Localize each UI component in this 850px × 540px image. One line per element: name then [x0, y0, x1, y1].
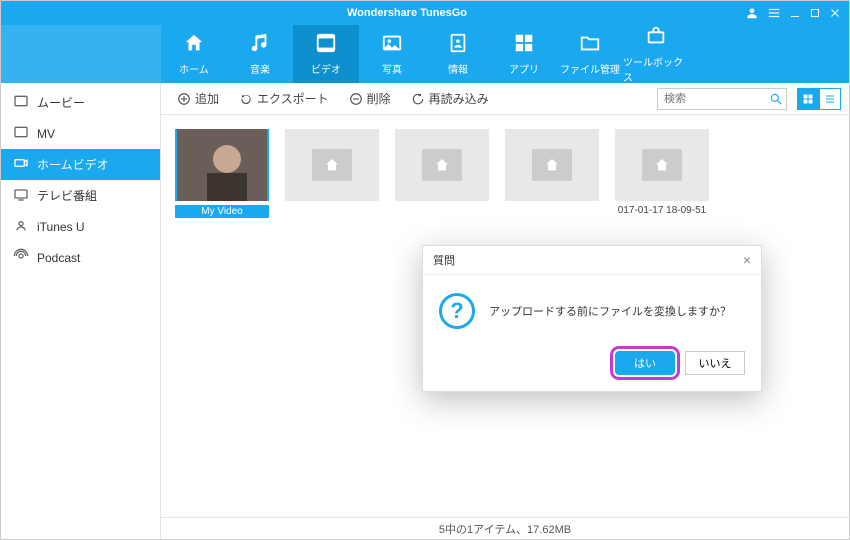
main-panel: 追加 エクスポート 削除 再読み込み — [161, 83, 849, 539]
menu-icon[interactable] — [767, 6, 781, 20]
dialog-title: 質問 — [433, 252, 455, 268]
nav-music[interactable]: 音楽 — [227, 25, 293, 83]
grid-view-button[interactable] — [797, 88, 819, 110]
mv-icon — [13, 124, 29, 143]
video-placeholder-icon — [532, 149, 572, 181]
export-button[interactable]: エクスポート — [231, 87, 337, 110]
dialog-close-icon[interactable]: × — [743, 252, 751, 268]
user-icon[interactable] — [745, 6, 759, 20]
contacts-icon — [447, 32, 469, 57]
thumb-frame — [395, 129, 489, 201]
sidebar-item-label: Podcast — [37, 251, 80, 265]
maximize-button[interactable] — [809, 7, 821, 19]
sidebar-item-label: MV — [37, 127, 55, 141]
photo-icon — [381, 32, 403, 57]
nav-apps[interactable]: アプリ — [491, 25, 557, 83]
nav-video[interactable]: ビデオ — [293, 25, 359, 83]
nav-label: ホーム — [179, 61, 209, 76]
nav-contacts[interactable]: 情報 — [425, 25, 491, 83]
toolbox-icon — [645, 25, 667, 50]
navbar: ホーム 音楽 ビデオ 写真 情報 アプリ ファイル管理ツールボックス — [1, 25, 849, 83]
nav-label: ツールボックス — [623, 54, 689, 84]
titlebar: Wondershare TunesGo — [1, 1, 849, 25]
movie-icon — [13, 93, 29, 112]
reload-label: 再読み込み — [429, 90, 489, 107]
sidebar-item-mv[interactable]: MV — [1, 118, 160, 149]
sidebar-item-itunesu[interactable]: iTunes U — [1, 211, 160, 242]
music-icon — [249, 32, 271, 57]
video-placeholder-icon — [312, 149, 352, 181]
sidebar-item-movie[interactable]: ムービー — [1, 87, 160, 118]
thumb-frame — [505, 129, 599, 201]
nav-label: ファイル管理 — [560, 61, 620, 76]
tv-icon — [13, 186, 29, 205]
search-input[interactable] — [657, 88, 787, 110]
toolbar: 追加 エクスポート 削除 再読み込み — [161, 83, 849, 115]
video-icon — [315, 32, 337, 57]
minimize-button[interactable] — [789, 7, 801, 19]
video-placeholder-icon — [642, 149, 682, 181]
export-label: エクスポート — [257, 90, 329, 107]
itunesu-icon — [13, 217, 29, 236]
sidebar-item-label: テレビ番組 — [37, 187, 97, 204]
nav-toolbox[interactable]: ツールボックス — [623, 25, 689, 83]
video-thumb[interactable] — [505, 129, 599, 205]
status-bar: 5中の1アイテム、17.62MB — [161, 517, 849, 539]
brand-area — [1, 25, 161, 83]
nav-folder[interactable]: ファイル管理 — [557, 25, 623, 83]
question-icon: ? — [439, 293, 475, 329]
homevideo-icon — [13, 155, 29, 174]
list-view-button[interactable] — [819, 88, 841, 110]
video-placeholder-icon — [422, 149, 462, 181]
sidebar-item-label: ムービー — [37, 94, 85, 111]
add-button[interactable]: 追加 — [169, 87, 227, 110]
thumb-caption: 017-01-17 18-09-51 — [615, 205, 709, 216]
nav-label: 音楽 — [250, 61, 270, 76]
dialog-message: アップロードする前にファイルを変換しますか？ — [489, 303, 731, 319]
content-grid: My Video 017-01-17 18-09-51 質問 × ? アップロード… — [161, 115, 849, 517]
delete-label: 削除 — [367, 90, 391, 107]
thumb-frame — [285, 129, 379, 201]
search-icon[interactable] — [769, 92, 783, 106]
add-label: 追加 — [195, 90, 219, 107]
folder-icon — [579, 32, 601, 57]
video-thumb[interactable] — [395, 129, 489, 205]
status-text: 5中の1アイテム、17.62MB — [439, 521, 571, 537]
sidebar-item-label: iTunes U — [37, 220, 85, 234]
thumb-frame — [615, 129, 709, 201]
sidebar: ムービー MV ホームビデオテレビ番組 iTunes U Podcast — [1, 83, 161, 539]
window-title: Wondershare TunesGo — [69, 7, 745, 19]
app-window: Wondershare TunesGo ホーム 音楽 ビデオ 写真 情報 アプリ ファイル管… — [0, 0, 850, 540]
nav-label: 情報 — [448, 61, 468, 76]
nav-label: 写真 — [382, 61, 402, 76]
nav-home[interactable]: ホーム — [161, 25, 227, 83]
video-thumb[interactable] — [285, 129, 379, 205]
delete-button[interactable]: 削除 — [341, 87, 399, 110]
sidebar-item-tv[interactable]: テレビ番組 — [1, 180, 160, 211]
confirm-dialog: 質問 × ? アップロードする前にファイルを変換しますか？ はい いいえ — [422, 245, 762, 392]
thumb-caption: My Video — [175, 205, 269, 218]
sidebar-item-label: ホームビデオ — [37, 156, 109, 173]
thumb-frame — [175, 129, 269, 201]
home-icon — [183, 32, 205, 57]
apps-icon — [513, 32, 535, 57]
close-button[interactable] — [829, 7, 841, 19]
video-thumb[interactable]: My Video — [175, 129, 269, 218]
nav-label: アプリ — [509, 61, 539, 76]
sidebar-item-podcast[interactable]: Podcast — [1, 242, 160, 273]
podcast-icon — [13, 248, 29, 267]
view-toggle — [797, 88, 841, 110]
sidebar-item-homevideo[interactable]: ホームビデオ — [1, 149, 160, 180]
nav-photo[interactable]: 写真 — [359, 25, 425, 83]
video-thumb[interactable]: 017-01-17 18-09-51 — [615, 129, 709, 216]
dialog-yes-button[interactable]: はい — [615, 351, 675, 375]
reload-button[interactable]: 再読み込み — [403, 87, 497, 110]
dialog-no-button[interactable]: いいえ — [685, 351, 745, 375]
nav-label: ビデオ — [311, 61, 341, 76]
